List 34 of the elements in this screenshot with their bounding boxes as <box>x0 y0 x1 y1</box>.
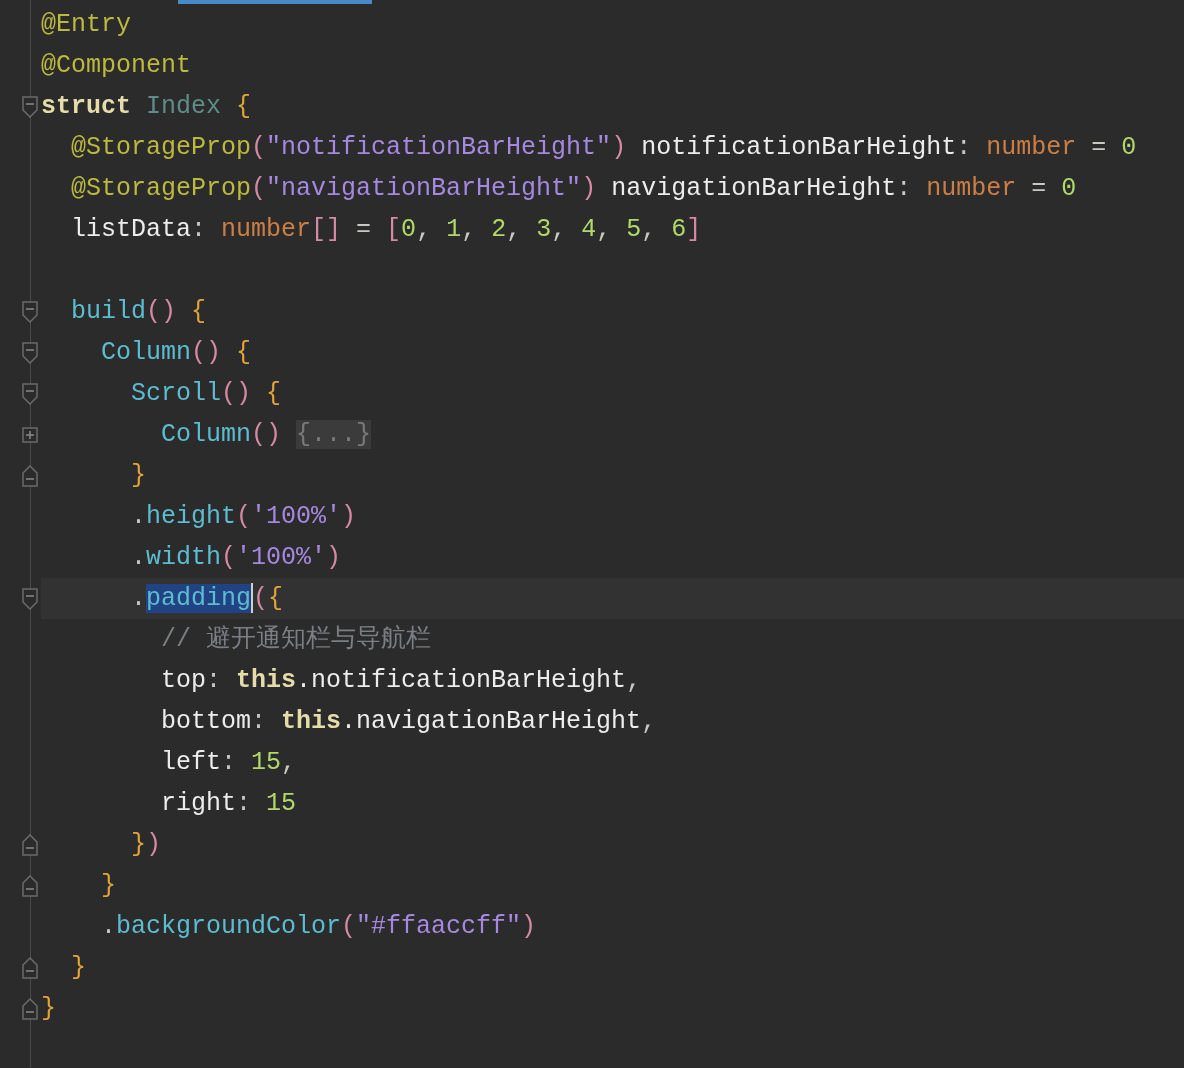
code-line: @Component <box>41 50 192 82</box>
code-line: right: 15 <box>160 788 297 820</box>
fold-icon[interactable] <box>22 95 38 118</box>
code-line: }) <box>130 829 162 861</box>
unfold-icon[interactable] <box>22 464 38 487</box>
code-line: build() { <box>70 296 207 328</box>
code-line: bottom: this.navigationBarHeight, <box>160 706 657 738</box>
code-line: Scroll() { <box>130 378 282 410</box>
code-line: left: 15, <box>160 747 297 779</box>
code-line: @StorageProp("notificationBarHeight") notificationBarHeight: number = 0 <box>70 132 1137 164</box>
fold-icon[interactable] <box>22 300 38 323</box>
code-line: } <box>130 460 147 492</box>
code-line: } <box>41 993 56 1025</box>
code-line: @Entry <box>41 9 131 41</box>
code-line: .height('100%') <box>130 501 357 533</box>
code-line: } <box>70 952 86 984</box>
code-line: Column() { <box>100 337 252 369</box>
unfold-icon[interactable] <box>22 833 38 856</box>
fold-icon[interactable] <box>22 587 38 610</box>
unfold-icon[interactable] <box>22 874 38 897</box>
code-line: struct Index { <box>41 91 252 123</box>
code-line: @StorageProp("navigationBarHeight") navigationBarHeight: number = 0 <box>70 173 1077 205</box>
code-line: // 避开通知栏与导航栏 <box>160 624 432 656</box>
code-line: listData: number[] = [0, 1, 2, 3, 4, 5, 6] <box>70 214 702 246</box>
expand-icon[interactable] <box>22 426 38 443</box>
unfold-icon[interactable] <box>22 956 38 979</box>
code-line: Column() {...} <box>160 419 372 451</box>
code-line: top: this.notificationBarHeight, <box>160 665 642 697</box>
fold-icon[interactable] <box>22 341 38 364</box>
unfold-icon[interactable] <box>22 997 38 1020</box>
code-line: } <box>100 870 116 902</box>
code-line: .width('100%') <box>130 542 342 574</box>
code-line: .backgroundColor("#ffaaccff") <box>100 911 537 943</box>
fold-icon[interactable] <box>22 382 38 405</box>
